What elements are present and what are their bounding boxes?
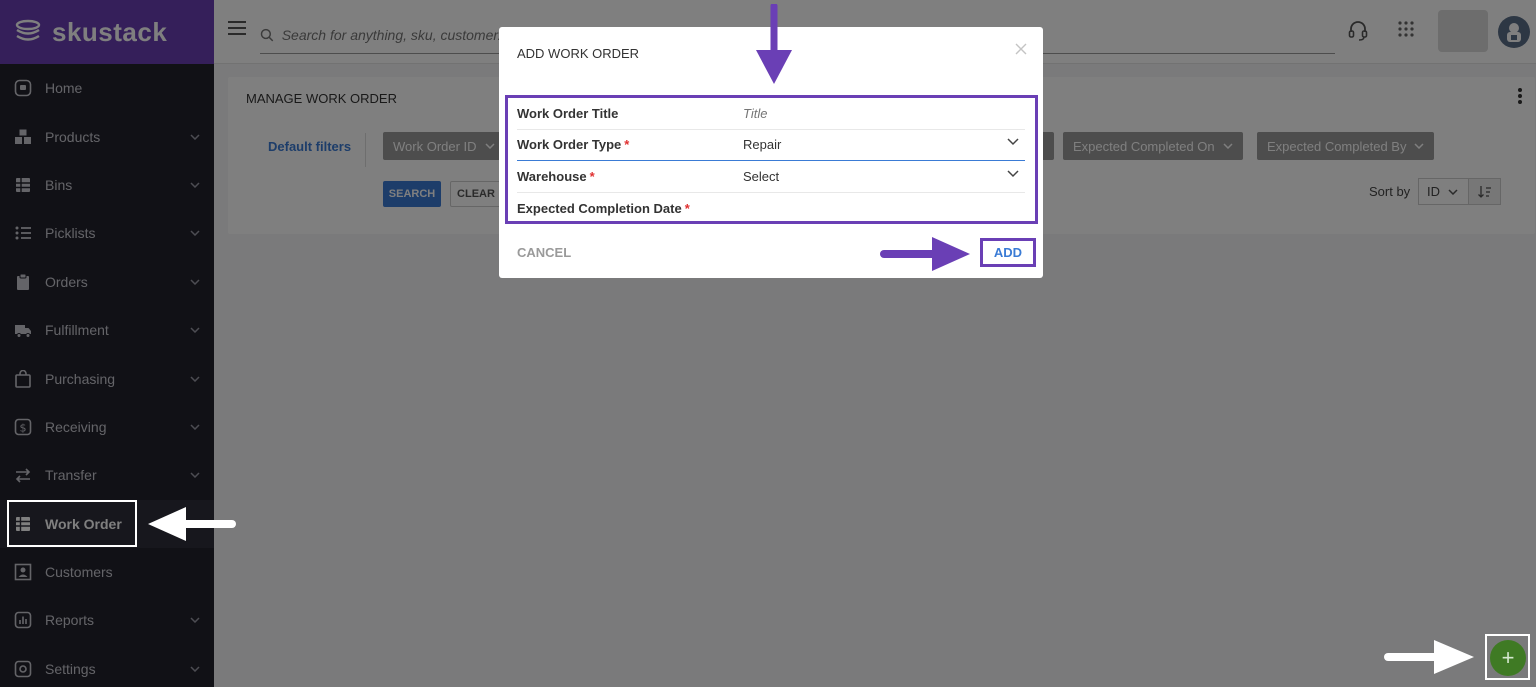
- modal-title: ADD WORK ORDER: [517, 46, 640, 61]
- work-order-title-input[interactable]: [743, 106, 1025, 121]
- annotation-arrow-left-icon: [148, 507, 236, 541]
- required-marker: *: [624, 137, 630, 152]
- field-label: Expected Completion Date *: [517, 200, 690, 216]
- field-label: Warehouse *: [517, 169, 595, 184]
- work-order-type-row[interactable]: Work Order Type * Repair: [517, 129, 1025, 161]
- field-label: Work Order Title: [517, 106, 619, 121]
- add-fab-button[interactable]: +: [1490, 640, 1526, 676]
- form-highlight-box: Work Order Title Work Order Type* Repair…: [505, 95, 1038, 224]
- warehouse-row[interactable]: Warehouse * Select: [517, 161, 1025, 193]
- required-marker: *: [684, 200, 690, 216]
- warehouse-select[interactable]: Select: [743, 169, 1025, 184]
- annotation-arrow-right-icon: [880, 237, 970, 271]
- field-label: Work Order Type *: [517, 137, 630, 152]
- cancel-button[interactable]: CANCEL: [517, 245, 571, 260]
- chevron-down-icon: [1007, 138, 1019, 146]
- work-order-type-select[interactable]: Repair: [743, 137, 1025, 152]
- work-order-highlight-box: [7, 500, 137, 547]
- required-marker: *: [589, 169, 595, 184]
- chevron-down-icon: [1007, 170, 1019, 178]
- work-order-title-row: Work Order Title: [517, 98, 1025, 130]
- add-button[interactable]: ADD: [980, 238, 1036, 267]
- expected-completion-date-row[interactable]: Expected Completion Date *: [517, 192, 1025, 224]
- close-icon[interactable]: [1015, 43, 1027, 55]
- annotation-arrow-down-icon: [756, 4, 792, 84]
- annotation-arrow-right-icon: [1384, 640, 1474, 674]
